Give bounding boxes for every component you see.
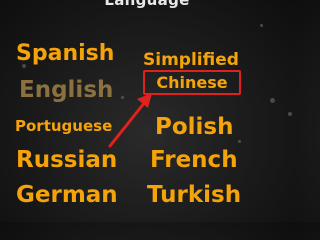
annotation-highlight-box: Chinese [143, 70, 241, 95]
background-speck [270, 98, 275, 103]
background-speck [121, 96, 124, 99]
language-option-english[interactable]: English [19, 77, 113, 103]
language-option-polish[interactable]: Polish [155, 114, 234, 140]
page-title: Language [104, 0, 190, 9]
language-option-spanish[interactable]: Spanish [16, 41, 114, 66]
language-option-chinese[interactable]: Chinese [145, 72, 239, 93]
background-speck [238, 140, 241, 143]
language-option-german[interactable]: German [16, 182, 118, 208]
language-option-french[interactable]: French [150, 147, 238, 173]
language-option-portuguese[interactable]: Portuguese [15, 117, 112, 135]
language-option-russian[interactable]: Russian [16, 147, 117, 173]
language-option-turkish[interactable]: Turkish [147, 182, 241, 208]
language-option-simplified-label[interactable]: Simplified [143, 50, 239, 70]
background-speck [260, 24, 263, 27]
background-speck [288, 112, 292, 116]
